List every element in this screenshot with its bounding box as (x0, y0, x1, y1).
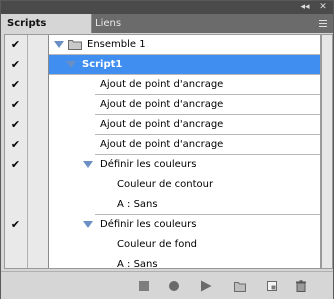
expand-triangle-icon[interactable] (83, 221, 93, 228)
collapse-icon[interactable]: ◂◂ (297, 2, 313, 13)
list-item-label: Couleur de contour (117, 179, 214, 190)
list-item-label: Définir les couleurs (100, 219, 197, 230)
checkmark-icon[interactable]: ✔ (10, 139, 21, 150)
list-item-step[interactable]: ✔ Ajout de point d'ancrage (5, 135, 320, 155)
checkmark-icon[interactable]: ✔ (10, 59, 21, 70)
list-item-label: Ensemble 1 (87, 39, 146, 50)
checkmark-icon[interactable]: ✔ (10, 119, 21, 130)
expand-triangle-icon[interactable] (54, 41, 64, 48)
list-item-action[interactable]: ✔ Script1 (5, 55, 320, 75)
checkmark-icon[interactable]: ✔ (10, 79, 21, 90)
list-item-label: Ajout de point d'ancrage (100, 139, 224, 150)
tab-row: Scripts d'action Liens (1, 14, 333, 48)
checkmark-icon[interactable]: ✔ (10, 159, 21, 170)
close-icon[interactable]: ✕ (317, 2, 329, 13)
list-item-label: Couleur de fond (117, 239, 197, 250)
panel-menu-icon[interactable] (314, 18, 328, 29)
list-item-label: Ajout de point d'ancrage (100, 79, 224, 90)
list-item-detail: Couleur de contour (5, 175, 320, 195)
list-item-label: Ajout de point d'ancrage (100, 99, 224, 110)
tab-liens[interactable]: Liens (89, 14, 141, 33)
list-item-label: A : Sans (117, 259, 158, 269)
list-item-detail: A : Sans (5, 195, 320, 215)
list-item-step[interactable]: ✔ Ajout de point d'ancrage (5, 95, 320, 115)
folder-icon (68, 40, 82, 50)
actions-panel: ◂◂ ✕ Scripts d'action Liens ✔ Ensemble 1… (0, 0, 334, 299)
list-item-label: A : Sans (117, 199, 158, 210)
list-item-detail: Couleur de fond (5, 235, 320, 255)
list-item-label: Ajout de point d'ancrage (100, 119, 224, 130)
record-icon[interactable] (168, 280, 180, 292)
list-item-detail: A : Sans (5, 255, 320, 269)
expand-triangle-icon[interactable] (83, 161, 93, 168)
list-item-label: Script1 (82, 59, 123, 70)
list-item-set[interactable]: ✔ Ensemble 1 (5, 35, 320, 55)
panel-titlebar: ◂◂ ✕ (1, 1, 333, 14)
scrollbar[interactable] (321, 34, 333, 269)
new-set-icon[interactable] (234, 280, 246, 292)
play-icon[interactable] (200, 280, 212, 292)
list-item-step[interactable]: ✔ Définir les couleurs (5, 155, 320, 175)
expand-triangle-icon[interactable] (66, 61, 76, 68)
list-item-step[interactable]: ✔ Définir les couleurs (5, 215, 320, 235)
bottom-toolbar (1, 271, 333, 299)
list-item-step[interactable]: ✔ Ajout de point d'ancrage (5, 75, 320, 95)
list-item-label: Définir les couleurs (100, 159, 197, 170)
trash-icon[interactable] (295, 280, 307, 292)
checkmark-icon[interactable]: ✔ (10, 39, 21, 50)
list-item-step[interactable]: ✔ Ajout de point d'ancrage (5, 115, 320, 135)
new-action-icon[interactable] (266, 280, 278, 292)
checkmark-icon[interactable]: ✔ (10, 99, 21, 110)
tab-scripts-action[interactable]: Scripts d'action (1, 14, 92, 48)
actions-list: ✔ Ensemble 1 ✔ Script1 ✔ Ajout de point … (4, 34, 321, 269)
checkmark-icon[interactable]: ✔ (10, 219, 21, 230)
stop-icon[interactable] (138, 280, 150, 292)
